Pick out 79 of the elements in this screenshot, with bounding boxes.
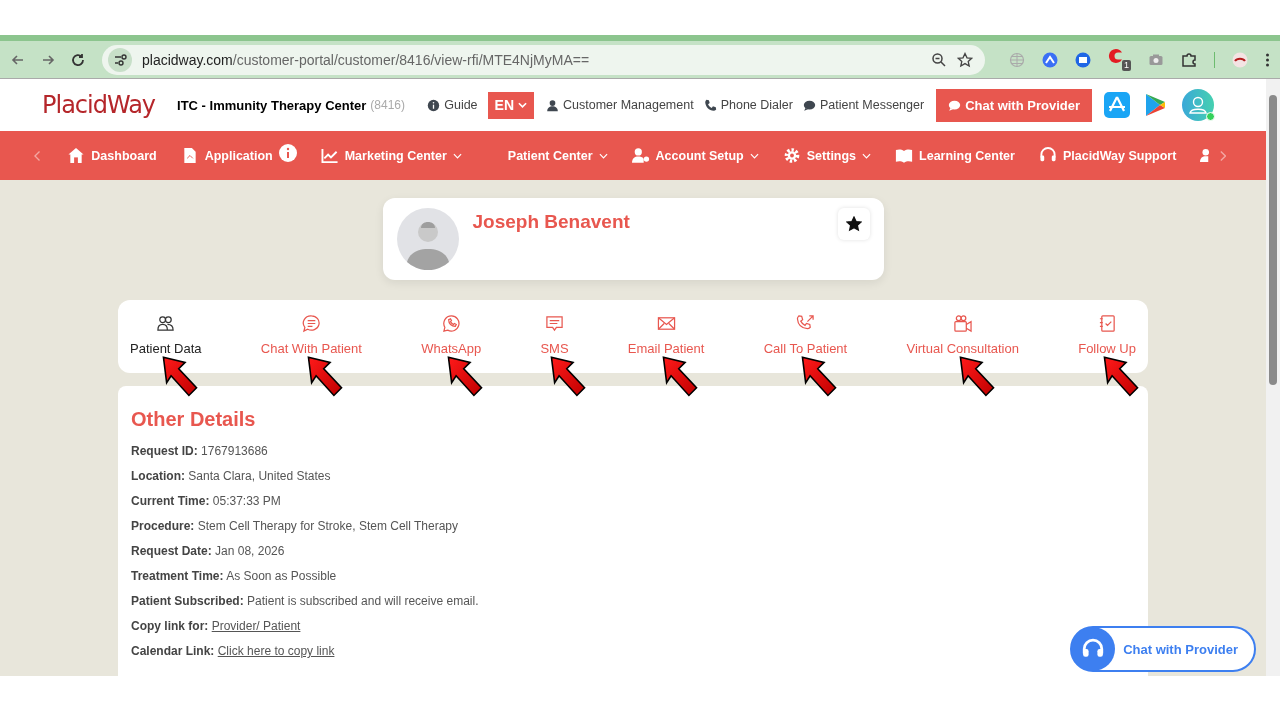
caret-icon xyxy=(518,102,527,108)
checklist-icon xyxy=(1097,314,1117,333)
extension-badge: 1 xyxy=(1122,60,1131,71)
detail-row-text: Request ID: 1767913686 xyxy=(131,443,269,460)
settings-icon xyxy=(782,147,801,164)
detail-row-text: Procedure: Stem Cell Therapy for Stroke, Stem Cell Therapy xyxy=(131,518,460,535)
copy-link[interactable]: Provider/ Patient xyxy=(211,619,301,633)
center-id: (8416) xyxy=(370,98,405,112)
action-tab[interactable]: Chat With Patient xyxy=(260,300,362,356)
header-link[interactable]: Customer Management xyxy=(546,98,694,112)
people-icon xyxy=(156,314,176,333)
nav-item[interactable]: Marketing Center xyxy=(320,147,462,164)
whatsapp-icon xyxy=(441,314,461,333)
info-icon xyxy=(427,98,441,112)
chart-icon xyxy=(320,147,339,164)
action-tab[interactable]: Email Patient xyxy=(627,300,705,356)
headset-icon xyxy=(1038,147,1057,164)
guide-link[interactable]: Guide xyxy=(427,98,478,112)
user-gear-icon xyxy=(631,147,650,164)
action-tab[interactable]: Call To Patient xyxy=(763,300,848,356)
header-link[interactable]: Phone Dialer xyxy=(703,98,793,112)
logo[interactable]: PlacidWay xyxy=(42,91,156,119)
extension-icon[interactable] xyxy=(1042,51,1058,68)
chat-with-provider-button[interactable]: Chat with Provider xyxy=(936,88,1092,122)
action-tab[interactable]: SMS xyxy=(540,300,569,356)
section-title: Other Details xyxy=(131,408,257,431)
nav-item[interactable]: Dashboard xyxy=(67,147,157,164)
detail-row-text: Current Time: 05:37:33 PM xyxy=(131,493,282,510)
copy-link[interactable]: Click here to copy link xyxy=(217,644,335,658)
menu-icon[interactable] xyxy=(1265,51,1270,68)
chat-bubble-icon xyxy=(301,314,321,333)
envelope-icon xyxy=(656,314,676,333)
nav-item[interactable]: PlacidWay Support xyxy=(1038,147,1177,164)
user-icon[interactable] xyxy=(1200,147,1209,164)
nav-item[interactable]: Patient Center xyxy=(507,148,608,163)
user-icon xyxy=(546,98,559,112)
app-store-icon[interactable] xyxy=(1104,92,1130,118)
detail-row-text: Request Date: Jan 08, 2026 xyxy=(131,543,286,560)
nav-item[interactable]: Application xyxy=(180,147,297,164)
home-icon xyxy=(67,147,86,164)
action-tab[interactable]: Follow Up xyxy=(1078,300,1136,356)
url-text: placidway.com/customer-portal/customer/8416/view-rfi/MTE4NjMyMA== xyxy=(142,51,590,68)
patient-name: Joseph Benavent xyxy=(472,211,631,233)
reload-icon[interactable] xyxy=(70,51,86,68)
detail-row-text: Treatment Time: As Soon as Possible xyxy=(131,568,338,585)
header-link[interactable]: Patient Messenger xyxy=(802,98,925,112)
action-tab[interactable]: Virtual Consultation xyxy=(906,300,1019,356)
nav-item[interactable]: Settings xyxy=(782,147,872,164)
info-icon[interactable] xyxy=(278,143,297,162)
zoom-icon[interactable] xyxy=(931,51,947,68)
detail-row-text: Patient Subscribed: Patient is subscribed and will receive email. xyxy=(131,593,480,610)
scrollbar[interactable] xyxy=(1266,79,1280,676)
headset-icon xyxy=(1071,627,1116,671)
bookmark-star-icon[interactable] xyxy=(957,51,973,68)
extension-icon[interactable]: 1 xyxy=(1108,48,1131,71)
chat-bubble-icon xyxy=(948,98,962,112)
star-icon xyxy=(845,216,862,232)
user-avatar[interactable] xyxy=(1182,89,1214,121)
extension-icon[interactable] xyxy=(1075,51,1091,68)
video-camera-icon xyxy=(953,314,973,333)
phone-icon xyxy=(703,98,717,112)
chat-bubble-icon xyxy=(802,98,816,112)
address-bar[interactable]: placidway.com/customer-portal/customer/8416/view-rfi/MTE4NjMyMA== xyxy=(102,44,985,75)
site-settings-icon[interactable] xyxy=(108,47,132,72)
extension-logo-icon xyxy=(1108,48,1124,64)
center-name: ITC - Immunity Therapy Center xyxy=(177,97,367,113)
favorite-button[interactable] xyxy=(837,208,870,240)
action-tab[interactable]: WhatsApp xyxy=(421,300,482,356)
avatar-placeholder-icon xyxy=(396,208,459,270)
chat-with-provider-button[interactable]: Chat with Provider xyxy=(1070,626,1256,672)
action-tab[interactable]: Patient Data xyxy=(130,300,202,356)
detail-row-text: Location: Santa Clara, United States xyxy=(131,468,332,485)
nav-item[interactable]: Account Setup xyxy=(631,147,759,164)
book-icon xyxy=(895,147,914,164)
language-dropdown[interactable]: EN xyxy=(487,91,534,119)
nav-item[interactable]: Learning Center xyxy=(895,147,1015,164)
profile-icon[interactable] xyxy=(1232,51,1248,68)
message-icon xyxy=(544,314,564,333)
puzzle-icon[interactable] xyxy=(1181,51,1197,68)
